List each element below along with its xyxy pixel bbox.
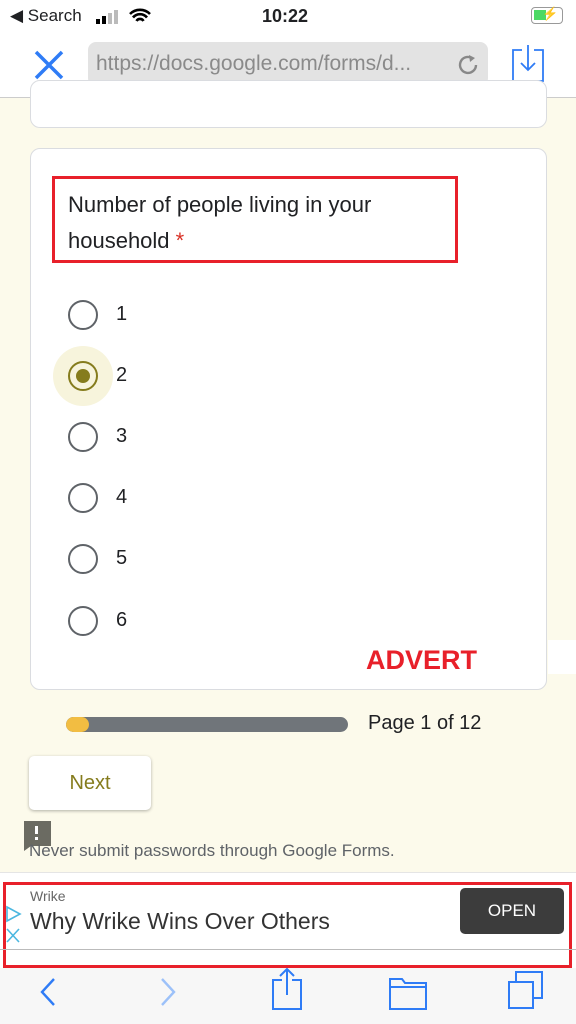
clock: 10:22 bbox=[262, 6, 309, 26]
forward-icon[interactable] bbox=[156, 976, 180, 1008]
question-title: Number of people living in your househol… bbox=[68, 187, 448, 259]
back-icon[interactable] bbox=[36, 976, 60, 1008]
radio-button[interactable] bbox=[68, 606, 98, 636]
ad-divider bbox=[0, 949, 576, 950]
download-icon[interactable] bbox=[512, 44, 544, 82]
option-1[interactable]: 1 bbox=[68, 300, 127, 330]
radio-button[interactable] bbox=[68, 544, 98, 574]
share-icon[interactable] bbox=[271, 968, 305, 1012]
advert-label: ADVERT bbox=[366, 645, 478, 675]
progress-fill bbox=[66, 717, 90, 732]
progress-bar bbox=[66, 717, 348, 732]
radio-button[interactable] bbox=[68, 422, 98, 452]
ad-headline[interactable]: Why Wrike Wins Over Others bbox=[30, 908, 330, 935]
radio-button-selected[interactable] bbox=[68, 361, 98, 391]
bookmarks-icon[interactable] bbox=[388, 975, 428, 1011]
required-mark: * bbox=[175, 228, 185, 253]
ad-banner[interactable]: Wrike Why Wrike Wins Over Others OPEN bbox=[0, 872, 576, 968]
back-to-search[interactable]: ◀ Search bbox=[10, 6, 82, 26]
previous-question-card bbox=[30, 80, 547, 128]
option-label: 6 bbox=[116, 609, 128, 631]
option-label: 1 bbox=[116, 303, 128, 325]
option-label: 4 bbox=[116, 486, 128, 508]
signal-icon bbox=[96, 10, 122, 24]
adchoices-icon[interactable] bbox=[5, 905, 23, 945]
option-label: 5 bbox=[116, 547, 128, 569]
option-label: 3 bbox=[116, 425, 128, 447]
reload-icon[interactable] bbox=[456, 53, 480, 77]
password-warning: Never submit passwords through Google Fo… bbox=[29, 841, 395, 860]
option-4[interactable]: 4 bbox=[68, 483, 127, 513]
ad-open-button[interactable]: OPEN bbox=[460, 888, 564, 934]
status-bar: ◀ Search 10:22 ⚡ bbox=[0, 0, 576, 32]
option-label: 2 bbox=[116, 364, 128, 386]
question-text: Number of people living in your househol… bbox=[68, 192, 372, 253]
radio-button[interactable] bbox=[68, 300, 98, 330]
tabs-icon[interactable] bbox=[505, 970, 545, 1010]
page-indicator: Page 1 of 12 bbox=[368, 712, 482, 734]
question-card: Number of people living in your househol… bbox=[30, 148, 547, 690]
option-5[interactable]: 5 bbox=[68, 544, 127, 574]
wifi-icon bbox=[129, 8, 151, 22]
ad-brand: Wrike bbox=[30, 888, 66, 904]
advert-patch bbox=[548, 640, 576, 674]
option-6[interactable]: 6 bbox=[68, 606, 127, 636]
battery-icon: ⚡ bbox=[531, 6, 563, 24]
radio-button[interactable] bbox=[68, 483, 98, 513]
url-text[interactable]: https://docs.google.com/forms/d... bbox=[96, 52, 411, 75]
close-icon[interactable] bbox=[33, 49, 65, 81]
next-button[interactable]: Next bbox=[29, 756, 151, 810]
bottom-toolbar bbox=[0, 968, 576, 1024]
option-3[interactable]: 3 bbox=[68, 422, 127, 452]
